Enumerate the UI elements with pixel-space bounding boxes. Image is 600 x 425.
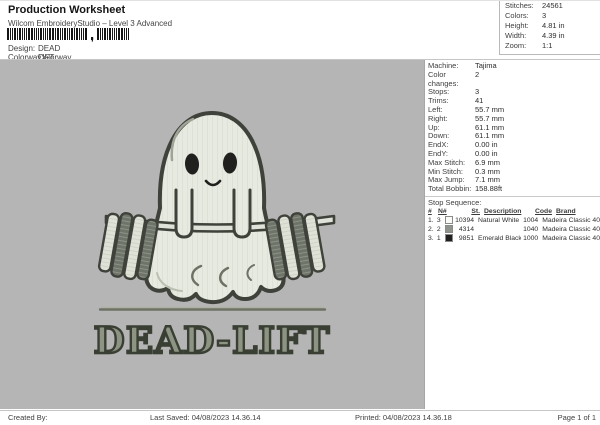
cell-stop: 3.	[428, 234, 437, 243]
stat-label: Colors:	[505, 11, 542, 21]
cell-stop: 2.	[428, 225, 437, 234]
footer-printed: Printed: 04/08/2023 14.36.18	[355, 413, 452, 422]
cell-needle: 2	[437, 225, 445, 234]
detail-down: Down:61.1 mm	[425, 132, 600, 141]
cell-brand: Madeira Classic 40	[538, 234, 600, 243]
stat-value: 1:1	[542, 41, 552, 51]
cell-swatch	[445, 216, 455, 224]
cell-code: 1000	[521, 234, 538, 243]
thread-color-swatch	[445, 216, 453, 224]
footer-last-saved: Last Saved: 04/08/2023 14.36.14	[150, 413, 261, 422]
stat-width: Width:4.39 in	[500, 31, 600, 41]
design-label: Design:	[8, 44, 35, 53]
right-weight-plates	[265, 210, 326, 282]
stat-value: 3	[542, 11, 546, 21]
detail-endx: EndX:0.00 in	[425, 141, 600, 150]
page-title: Production Worksheet	[8, 4, 125, 16]
detail-trims: Trims:41	[425, 97, 600, 106]
col-code: Code	[533, 207, 552, 216]
cell-needle: 3	[437, 216, 445, 225]
details-panel: Machine:Tajima Color changes:2 Stops:3 T…	[425, 60, 600, 409]
detail-machine: Machine:Tajima	[425, 62, 600, 71]
cell-swatch	[445, 225, 455, 233]
panel-separator	[425, 196, 600, 197]
design-canvas: DEAD-LIFT	[0, 60, 425, 409]
col-stop: #	[428, 207, 438, 216]
right-arm	[234, 190, 250, 237]
cell-brand: Madeira Classic 40	[538, 225, 600, 234]
stat-stitches: Stitches:24561	[500, 1, 600, 11]
stat-value: 4.39 in	[542, 31, 565, 41]
cell-description: Natural White	[474, 216, 521, 225]
col-brand: Brand	[552, 207, 600, 216]
cell-needle: 1	[437, 234, 445, 243]
footer-created-by: Created By:	[8, 413, 48, 422]
footer-separator	[0, 410, 600, 411]
stat-height: Height:4.81 in	[500, 21, 600, 31]
app-subtitle: Wilcom EmbroideryStudio – Level 3 Advanc…	[8, 19, 172, 28]
stat-label: Height:	[505, 21, 542, 31]
ghost-body	[142, 113, 283, 302]
thread-color-swatch	[445, 225, 453, 233]
stat-label: Stitches:	[505, 1, 542, 11]
table-row: 1. 3 10394 Natural White 1004 Madeira Cl…	[425, 216, 600, 225]
detail-total-bobbin: Total Bobbin:158.88ft	[425, 185, 600, 194]
cell-stitches: 9851	[455, 234, 474, 243]
left-arm	[176, 190, 192, 237]
cell-code: 1040	[521, 225, 538, 234]
stat-label: Width:	[505, 31, 542, 41]
col-stitches: St.	[458, 207, 480, 216]
cell-description: Emerald Black	[474, 234, 521, 243]
detail-up: Up:61.1 mm	[425, 124, 600, 133]
cell-stitches: 10394	[455, 216, 474, 225]
stop-sequence-title: Stop Sequence:	[425, 198, 600, 207]
detail-label: Total Bobbin:	[428, 185, 475, 194]
cell-stop: 1.	[428, 216, 437, 225]
production-worksheet-page: Production Worksheet Wilcom EmbroiderySt…	[0, 0, 600, 425]
detail-color-changes: Color changes:2	[425, 71, 600, 89]
left-weight-plates	[98, 210, 159, 282]
stat-colors: Colors:3	[500, 11, 600, 21]
summary-stats-box: Stitches:24561 Colors:3 Height:4.81 in W…	[499, 1, 600, 55]
stop-sequence-header: # N# St. Description Code Brand	[425, 207, 600, 216]
design-barcode	[7, 28, 131, 42]
stat-label: Zoom:	[505, 41, 542, 51]
table-row: 3. 1 9851 Emerald Black 1000 Madeira Cla…	[425, 234, 600, 243]
cell-code: 1004	[521, 216, 538, 225]
detail-right: Right:55.7 mm	[425, 115, 600, 124]
cell-swatch	[445, 234, 455, 242]
detail-stops: Stops:3	[425, 88, 600, 97]
stat-value: 4.81 in	[542, 21, 565, 31]
detail-value: 158.88ft	[475, 185, 502, 194]
detail-label: Color changes:	[428, 71, 475, 89]
detail-value: 2	[475, 71, 479, 89]
col-needle: N#	[438, 207, 458, 216]
cell-stitches: 4314	[455, 225, 474, 234]
design-lettering: DEAD-LIFT	[0, 321, 424, 361]
cell-brand: Madeira Classic 40	[538, 216, 600, 225]
detail-left: Left:55.7 mm	[425, 106, 600, 115]
footer-page-number: Page 1 of 1	[558, 413, 596, 422]
stat-value: 24561	[542, 1, 563, 11]
table-row: 2. 2 4314 1040 Madeira Classic 40	[425, 225, 600, 234]
thread-color-swatch	[445, 234, 453, 242]
stat-zoom: Zoom:1:1	[500, 41, 600, 51]
col-description: Description	[480, 207, 533, 216]
